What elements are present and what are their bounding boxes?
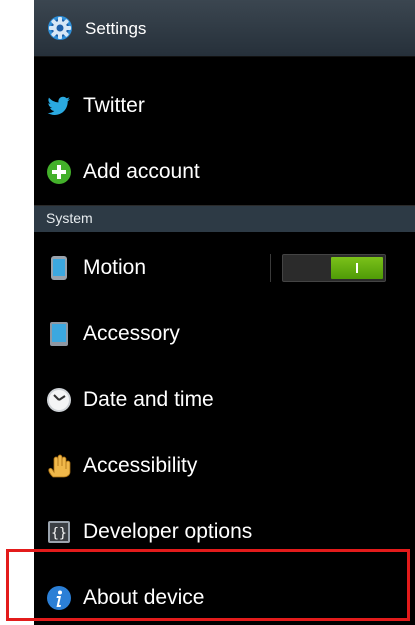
clock-icon [46,387,72,413]
twitter-bird-icon [46,93,72,119]
motion-toggle[interactable] [282,254,386,282]
section-title: System [46,210,93,226]
settings-item-accessibility[interactable]: Accessibility [34,433,415,500]
toggle-divider [270,254,271,282]
developer-options-label: Developer options [83,520,253,543]
date-time-label: Date and time [83,388,214,411]
section-header-system: System [34,206,415,232]
hand-icon [46,453,72,479]
settings-item-accessory[interactable]: Accessory [34,301,415,368]
accessory-label: Accessory [83,322,180,345]
page-title: Settings [85,19,147,38]
plus-circle-icon [46,159,72,185]
add-account-label: Add account [83,160,200,183]
highlight-box [6,549,410,621]
gear-icon[interactable] [46,14,74,42]
phone-icon [46,255,72,281]
toggle-on-indicator [356,263,358,273]
twitter-label: Twitter [83,94,145,117]
settings-item-date-time[interactable]: Date and time [34,367,415,434]
settings-item-motion[interactable]: Motion [34,235,415,302]
accessibility-label: Accessibility [83,454,198,477]
add-account-item[interactable]: Add account [34,139,415,206]
settings-screen: Settings Twitter Add account System Moti… [34,0,415,625]
svg-text:{}: {} [51,526,67,541]
toggle-knob [331,257,383,279]
motion-label: Motion [83,256,147,279]
title-bar: Settings [34,0,415,57]
tablet-icon [46,321,72,347]
account-item-twitter[interactable]: Twitter [34,73,415,140]
braces-icon: {} [46,519,72,545]
